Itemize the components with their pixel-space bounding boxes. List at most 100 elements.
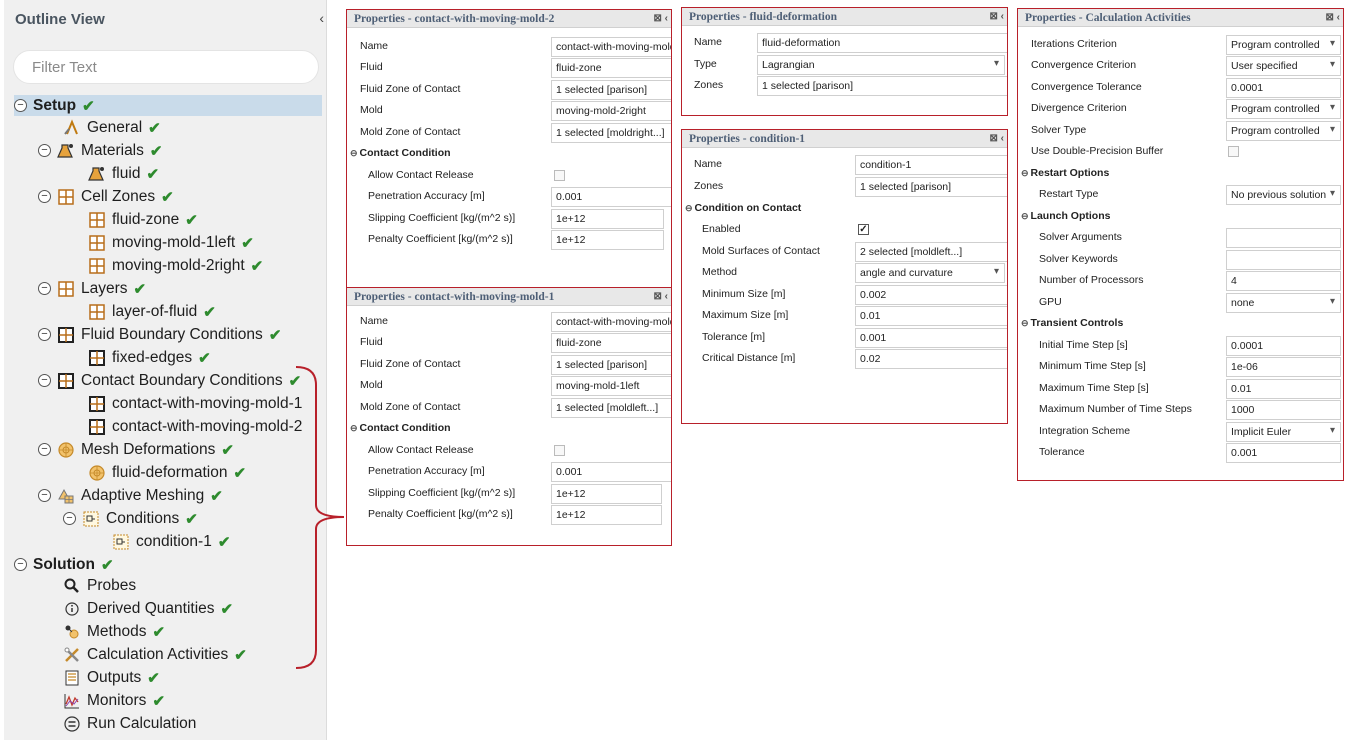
collapse-toggle-icon[interactable]: −: [14, 99, 27, 112]
panel-controls-icon[interactable]: ⊠ ‹: [654, 288, 669, 305]
tree-item-contact-with-moving-mold-1[interactable]: contact-with-moving-mold-1: [88, 393, 302, 414]
filter-text-input[interactable]: [13, 50, 319, 84]
penalty-coefficient-field[interactable]: 1e+12: [551, 505, 662, 525]
minimum-size-field[interactable]: 0.002: [855, 285, 1007, 305]
name-field[interactable]: fluid-deformation: [757, 33, 1007, 53]
tree-item-fluid[interactable]: fluid ✔: [88, 163, 159, 184]
panel-controls-icon[interactable]: ⊠ ‹: [654, 10, 669, 27]
slipping-coefficient-field[interactable]: 1e+12: [551, 484, 662, 504]
tree-item-fixed-edges[interactable]: fixed-edges ✔: [88, 347, 211, 368]
collapse-panel-button[interactable]: ‹: [319, 10, 324, 26]
tree-item-methods[interactable]: Methods ✔: [63, 621, 165, 642]
fluid-zone-of-contact-field[interactable]: 1 selected [parison]: [551, 355, 671, 375]
allow-contact-release-checkbox[interactable]: [554, 170, 565, 181]
collapse-toggle-icon[interactable]: −: [38, 374, 51, 387]
tree-item-setup[interactable]: − Setup ✔: [14, 95, 322, 116]
tree-item-calculation-activities[interactable]: Calculation Activities ✔: [63, 644, 247, 665]
tree-item-general[interactable]: General ✔: [63, 117, 161, 138]
zones-field[interactable]: 1 selected [parison]: [757, 76, 1007, 96]
adaptive-meshing-toggle[interactable]: −: [38, 485, 57, 506]
convergence-tolerance-field[interactable]: 0.0001: [1226, 78, 1341, 98]
tree-item-run-calculation[interactable]: Run Calculation: [63, 713, 196, 734]
tree-item-conditions[interactable]: − Conditions ✔: [63, 508, 198, 529]
section-header[interactable]: ⊖ Transient Controls: [1018, 313, 1343, 334]
solver-keywords-field[interactable]: [1226, 250, 1341, 270]
convergence-criterion-dropdown[interactable]: User specified: [1226, 56, 1341, 76]
tree-item-fluid-zone[interactable]: fluid-zone ✔: [88, 209, 198, 230]
fluid-field[interactable]: fluid-zone: [551, 333, 671, 353]
max-number-of-time-steps-field[interactable]: 1000: [1226, 400, 1341, 420]
tree-item-mesh-deformations[interactable]: − Mesh Deformations ✔: [38, 439, 234, 460]
tree-item-fluid-deformation[interactable]: fluid-deformation ✔: [88, 462, 246, 483]
solver-type-dropdown[interactable]: Program controlled: [1226, 121, 1341, 141]
integration-scheme-dropdown[interactable]: Implicit Euler: [1226, 422, 1341, 442]
maximum-time-step-field[interactable]: 0.01: [1226, 379, 1341, 399]
collapse-toggle-icon[interactable]: −: [14, 558, 27, 571]
method-dropdown[interactable]: angle and curvature: [855, 263, 1005, 283]
tree-item-derived-quantities[interactable]: Derived Quantities ✔: [63, 598, 233, 619]
mold-zone-of-contact-field[interactable]: 1 selected [moldleft...]: [551, 398, 671, 418]
collapse-toggle-icon[interactable]: −: [38, 282, 51, 295]
section-header[interactable]: ⊖ Contact Condition: [347, 418, 671, 439]
section-header[interactable]: ⊖ Contact Condition: [347, 143, 671, 164]
fluid-zone-of-contact-field[interactable]: 1 selected [parison]: [551, 80, 671, 100]
iterations-criterion-dropdown[interactable]: Program controlled: [1226, 35, 1341, 55]
tolerance-field[interactable]: 0.001: [855, 328, 1007, 348]
zones-field[interactable]: 1 selected [parison]: [855, 177, 1007, 197]
divergence-criterion-dropdown[interactable]: Program controlled: [1226, 99, 1341, 119]
enabled-checkbox[interactable]: ✓: [858, 224, 869, 235]
mold-field[interactable]: moving-mold-1left: [551, 376, 671, 396]
panel-controls-icon[interactable]: ⊠ ‹: [990, 8, 1005, 25]
collapse-toggle-icon[interactable]: −: [38, 190, 51, 203]
name-field[interactable]: contact-with-moving-mold-1: [551, 312, 671, 332]
tree-item-materials[interactable]: − Materials ✔: [38, 140, 162, 161]
tree-item-fluid-boundary-conditions[interactable]: − Fluid Boundary Conditions ✔: [38, 324, 281, 345]
critical-distance-field[interactable]: 0.02: [855, 349, 1007, 369]
penetration-accuracy-field[interactable]: 0.001: [551, 462, 671, 482]
tree-item-moving-mold-1left[interactable]: moving-mold-1left ✔: [88, 232, 254, 253]
penalty-coefficient-field[interactable]: 1e+12: [551, 230, 664, 250]
tree-item-cell-zones[interactable]: − Cell Zones ✔: [38, 186, 174, 207]
tree-item-layer-of-fluid[interactable]: layer-of-fluid ✔: [88, 301, 216, 322]
tree-item-contact-with-moving-mold-2[interactable]: contact-with-moving-mold-2: [88, 416, 302, 437]
tree-item-label: Derived Quantities: [87, 599, 215, 617]
section-header[interactable]: ⊖ Restart Options: [1018, 163, 1343, 184]
collapse-toggle-icon[interactable]: −: [38, 443, 51, 456]
name-field[interactable]: condition-1: [855, 155, 1007, 175]
slipping-coefficient-field[interactable]: 1e+12: [551, 209, 664, 229]
initial-time-step-field[interactable]: 0.0001: [1226, 336, 1341, 356]
panel-controls-icon[interactable]: ⊠ ‹: [1326, 9, 1341, 26]
tree-item-layers[interactable]: − Layers ✔: [38, 278, 146, 299]
mold-surfaces-field[interactable]: 2 selected [moldleft...]: [855, 242, 1007, 262]
minimum-time-step-field[interactable]: 1e-06: [1226, 357, 1341, 377]
section-header[interactable]: ⊖ Launch Options: [1018, 206, 1343, 227]
solver-arguments-field[interactable]: [1226, 228, 1341, 248]
allow-contact-release-checkbox[interactable]: [554, 445, 565, 456]
restart-type-dropdown[interactable]: No previous solution: [1226, 185, 1341, 205]
maximum-size-field[interactable]: 0.01: [855, 306, 1007, 326]
type-dropdown[interactable]: Lagrangian: [757, 55, 1005, 75]
double-precision-checkbox[interactable]: [1228, 146, 1239, 157]
section-header[interactable]: ⊖ Condition on Contact: [682, 198, 1007, 219]
mold-field[interactable]: moving-mold-2right: [551, 101, 671, 121]
penetration-accuracy-field[interactable]: 0.001: [551, 187, 671, 207]
tree-item-moving-mold-2right[interactable]: moving-mold-2right ✔: [88, 255, 263, 276]
mold-zone-of-contact-field[interactable]: 1 selected [moldright...]: [551, 123, 671, 143]
gpu-dropdown[interactable]: none: [1226, 293, 1341, 313]
collapse-toggle-icon[interactable]: −: [63, 512, 76, 525]
number-of-processors-field[interactable]: 4: [1226, 271, 1341, 291]
tree-item-condition-1[interactable]: condition-1 ✔: [112, 531, 230, 552]
tree-item-monitors[interactable]: Monitors ✔: [63, 690, 165, 711]
tree-item-outputs[interactable]: Outputs ✔: [63, 667, 160, 688]
fluid-field[interactable]: fluid-zone: [551, 58, 671, 78]
tree-item-adaptive-meshing[interactable]: Adaptive Meshing ✔: [38, 485, 223, 506]
tree-item-contact-boundary-conditions[interactable]: − Contact Boundary Conditions ✔: [38, 370, 301, 391]
tolerance-field[interactable]: 0.001: [1226, 443, 1341, 463]
tree-item-solution[interactable]: − Solution ✔: [14, 554, 114, 575]
tree-item-probes[interactable]: Probes: [63, 575, 136, 596]
name-field[interactable]: contact-with-moving-mold-2: [551, 37, 671, 57]
collapse-toggle-icon[interactable]: −: [38, 144, 51, 157]
collapse-toggle-icon[interactable]: −: [38, 328, 51, 341]
collapse-toggle-icon[interactable]: −: [38, 489, 51, 502]
panel-controls-icon[interactable]: ⊠ ‹: [990, 130, 1005, 147]
